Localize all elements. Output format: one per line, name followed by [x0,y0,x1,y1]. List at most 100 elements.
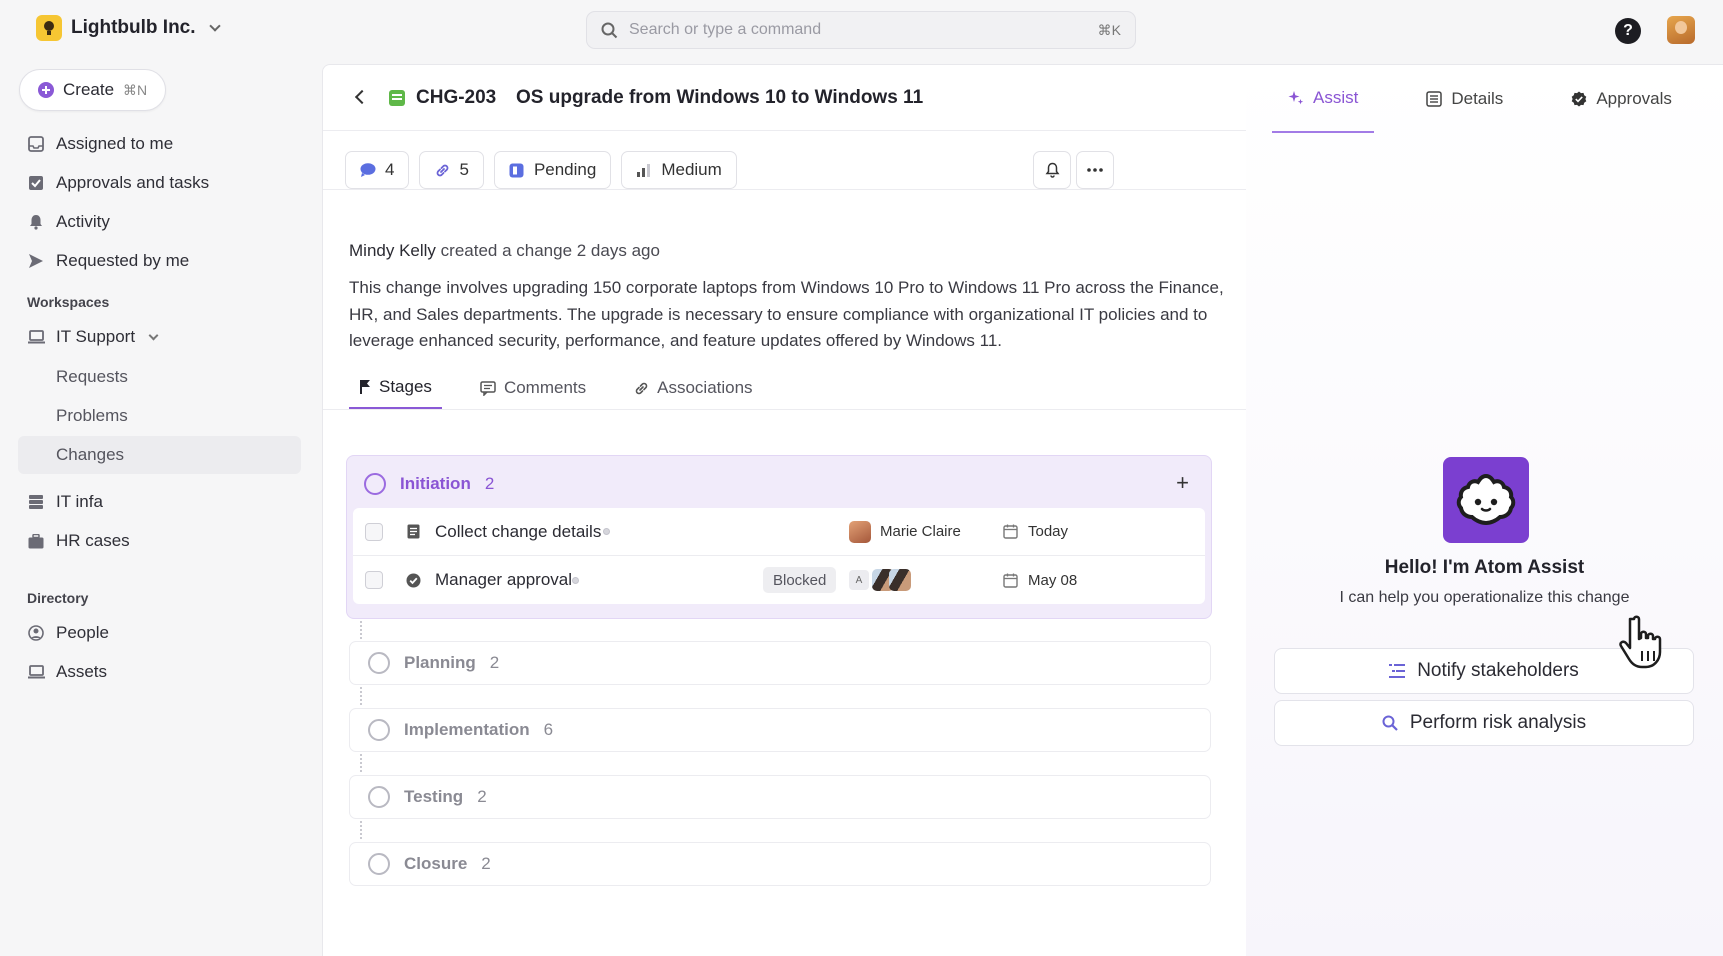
sidebar-item-label: Assets [56,662,108,681]
task-due-date[interactable]: Today [1003,523,1068,540]
comments-count-chip[interactable]: 4 [345,151,410,189]
stage-status-ring-icon [368,853,390,875]
task-row[interactable]: Collect change details Marie Claire Toda… [353,508,1205,556]
task-assignee[interactable]: Marie Claire [849,520,961,543]
status-dot-icon [603,528,610,535]
due-label: May 08 [1028,571,1078,589]
sidebar-item-requests[interactable]: Requests [56,367,128,387]
sidebar-item-label: IT infa [56,492,103,511]
change-header: CHG-203 OS upgrade from Windows 10 to Wi… [323,65,1247,131]
tab-approvals[interactable]: Approvals [1555,65,1688,133]
change-chips: 4 5 Pending Medium [345,151,737,189]
stage-closure[interactable]: Closure 2 [349,842,1211,886]
stage-status-ring-icon [368,652,390,674]
plus-circle-icon [38,82,54,98]
create-button[interactable]: Create ⌘N [19,69,167,111]
workspaces-heading: Workspaces [27,294,110,310]
create-label: Create [63,80,115,99]
add-task-icon[interactable]: + [1176,470,1189,496]
stage-status-ring-icon [368,719,390,741]
sparkle-icon [1288,91,1304,105]
comments-count: 4 [385,160,395,179]
stage-implementation[interactable]: Implementation 6 [349,708,1211,752]
task-checkbox[interactable] [365,571,383,589]
links-count: 5 [459,160,469,179]
sidebar-item-requested-by-me[interactable]: Requested by me [27,247,189,275]
sidebar-item-people[interactable]: People [27,619,109,647]
checkbox-icon [27,174,45,192]
status-dot-icon [572,576,579,584]
stage-header[interactable]: Initiation 2 [364,473,494,495]
sidebar-item-it-infa[interactable]: IT infa [27,488,103,516]
tab-stages[interactable]: Stages [349,367,442,409]
search-input[interactable] [629,21,1087,39]
back-arrow-icon[interactable] [354,89,370,105]
sidebar-item-label: Activity [56,212,110,231]
assignee-avatar [889,569,911,591]
sidebar-item-label: Requested by me [56,251,190,270]
assist-panel: Assist Details Approvals Hello! I'm Atom… [1246,64,1723,956]
tab-label: Assist [1313,88,1359,107]
tab-assist[interactable]: Assist [1272,65,1375,133]
sidebar-item-hr-cases[interactable]: HR cases [27,527,130,555]
stage-planning[interactable]: Planning 2 [349,641,1211,685]
blocked-badge: Blocked [763,567,837,593]
task-row[interactable]: Manager approval Blocked A May 08 [353,556,1205,604]
status-chip[interactable]: Pending [493,151,612,189]
change-title: OS upgrade from Windows 10 to Windows 11 [516,87,924,108]
stage-count: 2 [477,787,487,806]
notifications-button[interactable] [1033,151,1071,189]
server-icon [27,493,45,511]
person-circle-icon [27,624,45,642]
search-bar[interactable]: ⌘K [586,11,1136,49]
sidebar-item-approvals-and-tasks[interactable]: Approvals and tasks [27,169,209,197]
stage-connector [360,687,362,705]
tab-comments[interactable]: Comments [470,367,596,409]
create-shortcut: ⌘N [123,81,148,98]
top-bar: Lightbulb Inc. ⌘K ? [0,0,1723,60]
atom-assist-logo-icon [1443,457,1529,543]
task-checkbox[interactable] [365,522,383,541]
inbox-icon [27,135,45,153]
stage-testing[interactable]: Testing 2 [349,775,1211,819]
task-assignees[interactable]: A [849,569,911,591]
task-name: Collect change details [435,521,602,541]
laptop-icon [27,663,45,681]
tab-details[interactable]: Details [1410,65,1519,133]
author-name[interactable]: Mindy Kelly [349,241,436,260]
search-shortcut: ⌘K [1097,21,1121,38]
list-bullets-icon [1389,664,1406,678]
lightbulb-logo-icon [36,15,62,41]
tab-associations[interactable]: Associations [624,367,762,409]
author-action: created a change 2 days ago [440,241,660,260]
briefcase-icon [27,532,45,550]
stage-status-ring-icon [368,786,390,808]
help-icon[interactable]: ? [1615,18,1641,44]
tab-label: Approvals [1596,89,1672,108]
sidebar-item-it-support[interactable]: IT Support [27,323,159,351]
list-icon [1426,91,1443,107]
stage-connector [360,821,362,839]
assist-title: Hello! I'm Atom Assist [1384,557,1585,578]
detail-tabs: Stages Comments Associations [349,367,763,409]
user-avatar[interactable] [1667,16,1695,44]
comment-bubble-icon [360,162,376,178]
priority-chip[interactable]: Medium [621,151,737,189]
document-icon [405,524,421,540]
sidebar-item-changes[interactable]: Changes [18,436,301,474]
stage-status-ring-icon [364,473,386,495]
sidebar-item-assigned-to-me[interactable]: Assigned to me [27,130,173,158]
sidebar-item-assets[interactable]: Assets [27,658,107,686]
task-due-date[interactable]: May 08 [1003,572,1077,589]
sidebar-item-problems[interactable]: Problems [56,406,128,426]
org-switcher[interactable]: Lightbulb Inc. [32,10,227,46]
sidebar: Create ⌘N Assigned to me Approvals and t… [0,60,320,956]
change-type-icon [389,90,405,106]
stage-name: Initiation [400,474,471,493]
links-count-chip[interactable]: 5 [419,151,484,189]
sidebar-item-activity[interactable]: Activity [27,208,110,236]
calendar-icon [1003,573,1018,588]
more-options-button[interactable] [1076,151,1114,189]
perform-risk-analysis-button[interactable]: Perform risk analysis [1274,700,1694,746]
author-line: Mindy Kelly created a change 2 days ago [349,241,660,261]
